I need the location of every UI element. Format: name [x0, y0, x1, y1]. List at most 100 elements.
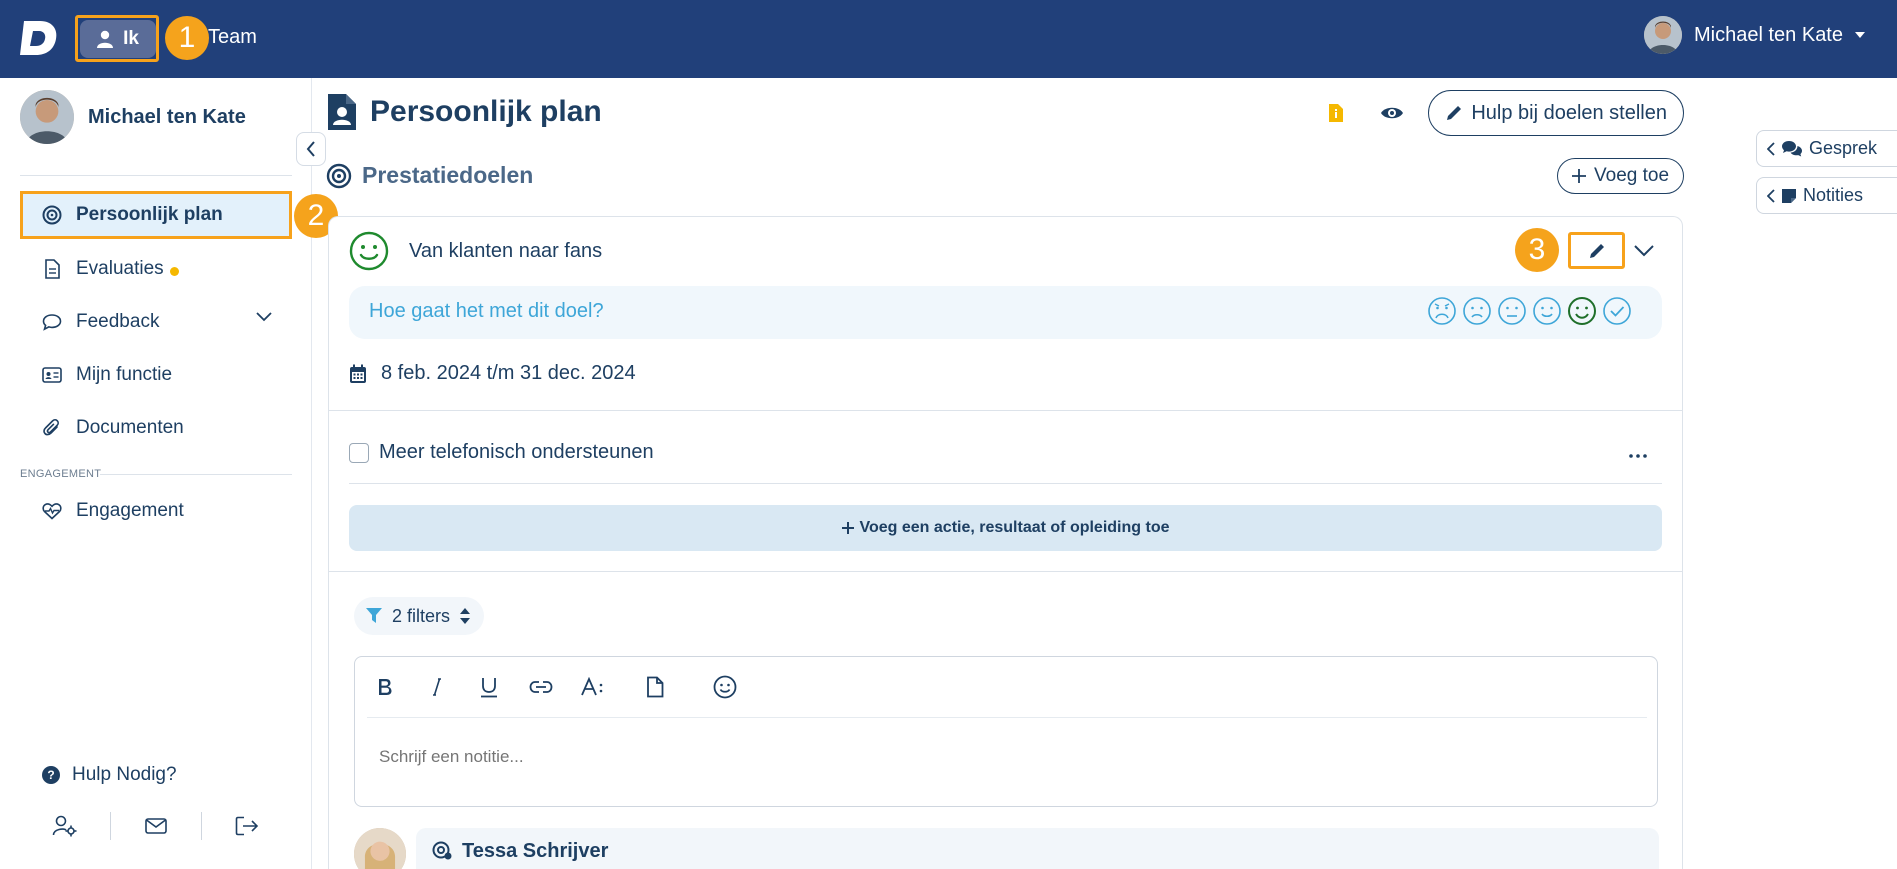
sticky-note-icon: [1782, 188, 1796, 203]
person-icon: [97, 30, 114, 48]
sidebar-item-mijn-functie[interactable]: Mijn functie: [20, 351, 292, 399]
neutral-face-icon[interactable]: [1497, 296, 1527, 326]
sidebar-collapse-button[interactable]: [296, 132, 326, 166]
editor-toolbar: [367, 669, 759, 705]
calendar-icon: [350, 364, 366, 383]
sidebar-footer: [20, 806, 292, 846]
mood-check-bar: Hoe gaat het met dit doel?: [349, 286, 1662, 339]
sidebar-profile-name: Michael ten Kate: [88, 105, 246, 128]
document-icon: [42, 259, 62, 279]
check-circle-icon[interactable]: [1602, 296, 1632, 326]
eye-icon: [1381, 107, 1404, 119]
sidebar-item-label: Mijn functie: [76, 364, 173, 385]
help-goals-label: Hulp bij doelen stellen: [1471, 101, 1667, 124]
page-header: Persoonlijk plan: [326, 92, 602, 132]
user-settings-button[interactable]: [20, 811, 110, 841]
comment-author: Tessa Schrijver: [462, 840, 609, 862]
file-info-icon: [1329, 104, 1344, 122]
goal-header[interactable]: Van klanten naar fans: [349, 231, 602, 271]
comment-item: Tessa Schrijver: [354, 828, 1659, 869]
app-logo[interactable]: [18, 17, 60, 59]
notes-tab-label: Notities: [1803, 185, 1864, 205]
sidebar-item-feedback[interactable]: Feedback: [20, 298, 292, 346]
filter-label: 2 filters: [392, 605, 451, 626]
mood-question: Hoe gaat het met dit doel?: [369, 300, 604, 322]
plus-icon: [841, 522, 854, 534]
info-document-button[interactable]: [1316, 93, 1356, 133]
sidebar-item-label: Persoonlijk plan: [76, 204, 223, 225]
user-gear-icon: [52, 815, 77, 837]
sidebar-item-label: Documenten: [76, 417, 184, 438]
heart-pulse-icon: [42, 501, 62, 521]
section-title: Prestatiedoelen: [326, 162, 533, 189]
edit-goal-button[interactable]: [1568, 232, 1625, 269]
add-action-label: Voeg een actie, resultaat of opleiding t…: [859, 519, 1170, 536]
text-size-button[interactable]: [575, 669, 611, 705]
sidebar-item-evaluaties[interactable]: Evaluaties: [20, 245, 292, 293]
add-goal-button[interactable]: Voeg toe: [1557, 158, 1685, 194]
question-icon: ?: [42, 766, 60, 784]
notification-dot: [169, 266, 179, 276]
conversation-tab-label: Gesprek: [1809, 138, 1878, 158]
mood-options: [1427, 296, 1632, 326]
task-item: Meer telefonisch ondersteunen: [349, 441, 654, 464]
mail-button[interactable]: [111, 811, 201, 841]
sort-icon: [460, 608, 471, 624]
expand-goal-button[interactable]: [1629, 236, 1659, 266]
sidebar-item-documenten[interactable]: Documenten: [20, 404, 292, 452]
avatar: [1644, 16, 1683, 54]
sidebar-item-label: Engagement: [76, 500, 184, 521]
target-icon: [42, 205, 62, 225]
team-tab[interactable]: Team: [208, 26, 257, 49]
filter-icon: [366, 608, 382, 623]
very-sad-face-icon[interactable]: [1427, 296, 1457, 326]
filter-dropdown[interactable]: 2 filters: [354, 597, 485, 635]
conversation-panel-tab[interactable]: Gesprek: [1756, 130, 1897, 167]
task-more-button[interactable]: [1626, 446, 1650, 466]
sidebar-item-persoonlijk-plan[interactable]: Persoonlijk plan: [20, 191, 292, 239]
divider: [100, 474, 292, 475]
smile-face-icon[interactable]: [1532, 296, 1562, 326]
sidebar-item-label: Evaluaties: [76, 258, 164, 279]
add-action-button[interactable]: Voeg een actie, resultaat of opleiding t…: [349, 505, 1662, 551]
preview-button[interactable]: [1372, 93, 1412, 133]
more-horizontal-icon: [1629, 454, 1647, 458]
task-checkbox[interactable]: [349, 442, 369, 463]
chevron-left-icon: [1767, 188, 1775, 203]
plus-icon: [1572, 169, 1586, 183]
user-menu[interactable]: Michael ten Kate: [1644, 16, 1865, 54]
id-card-icon: [42, 365, 62, 385]
sad-face-icon[interactable]: [1462, 296, 1492, 326]
attach-file-button[interactable]: [637, 669, 673, 705]
ik-tab-button[interactable]: Ik: [80, 20, 156, 58]
sidebar-item-engagement[interactable]: Engagement: [20, 487, 292, 535]
add-goal-label: Voeg toe: [1594, 165, 1670, 186]
happy-face-icon[interactable]: [1567, 296, 1597, 326]
notes-panel-tab[interactable]: Notities: [1756, 177, 1897, 214]
emoji-button[interactable]: [707, 669, 743, 705]
note-editor: [354, 656, 1658, 807]
callout-1: 1: [165, 16, 209, 60]
section-label-engagement: ENGAGEMENT: [20, 468, 102, 480]
link-button[interactable]: [523, 669, 559, 705]
italic-button[interactable]: [419, 669, 455, 705]
target-user-icon: [432, 841, 452, 860]
sidebar-item-label: Feedback: [76, 311, 160, 332]
date-range-text: 8 feb. 2024 t/m 31 dec. 2024: [381, 362, 636, 384]
task-label: Meer telefonisch ondersteunen: [379, 441, 654, 463]
chevron-down-icon: [256, 312, 272, 322]
sidebar: Michael ten Kate Persoonlijk plan 2 Eval…: [0, 78, 338, 869]
logout-icon: [235, 816, 259, 836]
sidebar-profile[interactable]: Michael ten Kate: [20, 90, 246, 144]
comment-body: Tessa Schrijver: [416, 828, 1659, 869]
help-link[interactable]: ? Hulp Nodig?: [42, 764, 177, 786]
help-label: Hulp Nodig?: [72, 764, 177, 785]
note-input[interactable]: [379, 747, 1629, 767]
chevron-left-icon: [306, 141, 315, 157]
link-icon: [529, 681, 553, 693]
help-goals-button[interactable]: Hulp bij doelen stellen: [1428, 90, 1684, 136]
callout-3: 3: [1515, 228, 1559, 272]
bold-button[interactable]: [367, 669, 403, 705]
underline-button[interactable]: [471, 669, 507, 705]
logout-button[interactable]: [202, 811, 292, 841]
